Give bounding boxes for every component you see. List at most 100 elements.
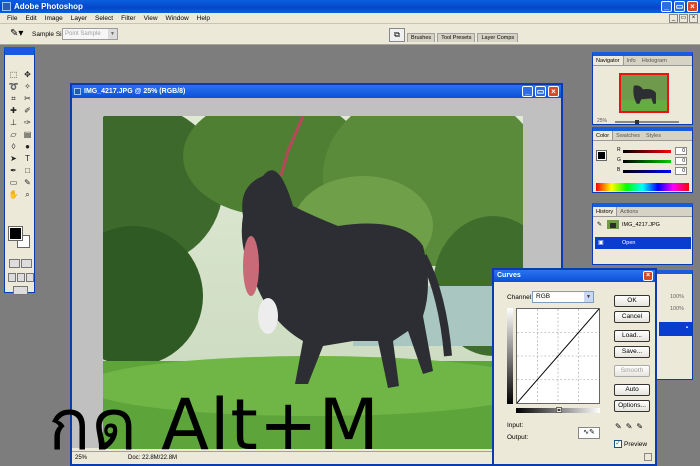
- color-g-slider[interactable]: [623, 160, 671, 163]
- move-tool-icon[interactable]: ✥: [21, 69, 34, 80]
- history-brush-tool-icon[interactable]: ✑: [21, 117, 34, 128]
- color-r-slider[interactable]: [623, 150, 671, 153]
- pen-tool-icon[interactable]: ✒: [7, 165, 20, 176]
- minimize-button[interactable]: _: [661, 1, 672, 12]
- layer-opacity-value[interactable]: 100%: [670, 294, 684, 300]
- sample-size-select[interactable]: Point Sample ▼: [62, 28, 118, 40]
- screen-mode-standard-icon[interactable]: [8, 273, 16, 282]
- eraser-tool-icon[interactable]: ▱: [7, 129, 20, 140]
- marquee-tool-icon[interactable]: ⬚: [7, 69, 20, 80]
- healing-brush-tool-icon[interactable]: ✚: [7, 105, 20, 116]
- layer-fill-value[interactable]: 100%: [670, 306, 684, 312]
- history-brush-source-icon[interactable]: ✎: [597, 219, 602, 231]
- palette-well-icon[interactable]: ⧉: [389, 28, 405, 42]
- document-close-button[interactable]: ×: [548, 86, 559, 97]
- menu-window[interactable]: Window: [162, 13, 193, 24]
- tab-histogram[interactable]: Histogram: [639, 56, 670, 65]
- screen-mode-full-menu-icon[interactable]: [17, 273, 25, 282]
- doc-close-button[interactable]: ×: [689, 14, 698, 23]
- tab-tool-presets[interactable]: Tool Presets: [437, 33, 476, 42]
- gray-eyedropper-icon[interactable]: ✎: [626, 422, 633, 431]
- slice-tool-icon[interactable]: ✂: [21, 93, 34, 104]
- output-label: Output:: [507, 434, 529, 441]
- menu-layer[interactable]: Layer: [67, 13, 91, 24]
- doc-restore-button[interactable]: ▭: [679, 14, 688, 23]
- eyedropper-tool-icon[interactable]: ✎: [21, 177, 34, 188]
- document-minimize-button[interactable]: _: [522, 86, 533, 97]
- brush-tool-icon[interactable]: ✐: [21, 105, 34, 116]
- save-button[interactable]: Save...: [614, 346, 650, 358]
- color-r-value[interactable]: 0: [675, 147, 687, 155]
- auto-button[interactable]: Auto: [614, 384, 650, 396]
- white-eyedropper-icon[interactable]: ✎: [636, 422, 643, 431]
- menu-file[interactable]: File: [3, 13, 21, 24]
- screen-mode-full-icon[interactable]: [26, 273, 34, 282]
- navigator-zoom-slider[interactable]: [615, 120, 679, 124]
- eyedropper-group: ✎ ✎ ✎: [615, 422, 643, 431]
- tab-navigator[interactable]: Navigator: [593, 56, 624, 65]
- jump-to-imageready-icon[interactable]: [13, 286, 28, 295]
- tab-history[interactable]: History: [593, 207, 618, 216]
- channel-select[interactable]: RGB ▼: [532, 291, 594, 303]
- options-button[interactable]: Options...: [614, 400, 650, 412]
- crop-tool-icon[interactable]: ⌗: [7, 93, 20, 104]
- gradient-toggle-icon[interactable]: ◂▸: [556, 407, 562, 413]
- color-spectrum-bar[interactable]: [596, 183, 689, 191]
- color-b-value[interactable]: 0: [675, 167, 687, 175]
- curve-draw-tools[interactable]: ∿✎: [578, 427, 600, 439]
- maximize-button[interactable]: ▭: [674, 1, 685, 12]
- curve-graph[interactable]: [516, 308, 600, 404]
- app-title: Adobe Photoshop: [14, 2, 83, 11]
- close-button[interactable]: ×: [687, 1, 698, 12]
- menu-image[interactable]: Image: [41, 13, 67, 24]
- history-item-open[interactable]: ▣ Open: [595, 237, 691, 249]
- gradient-tool-icon[interactable]: ▤: [21, 129, 34, 140]
- overlay-caption: กด Alt+M: [48, 384, 380, 466]
- document-title: IMG_4217.JPG @ 25% (RGB/8): [84, 88, 186, 95]
- lasso-tool-icon[interactable]: ➰: [7, 81, 20, 92]
- black-eyedropper-icon[interactable]: ✎: [615, 422, 622, 431]
- tab-color[interactable]: Color: [593, 131, 614, 140]
- tab-info[interactable]: Info: [624, 56, 639, 65]
- menu-filter[interactable]: Filter: [117, 13, 139, 24]
- menu-select[interactable]: Select: [91, 13, 117, 24]
- foreground-color-swatch[interactable]: [8, 226, 23, 241]
- smooth-button[interactable]: Smooth: [614, 365, 650, 377]
- menu-help[interactable]: Help: [193, 13, 214, 24]
- magic-wand-tool-icon[interactable]: ✧: [21, 81, 34, 92]
- ok-button[interactable]: OK: [614, 295, 650, 307]
- navigator-thumbnail[interactable]: [619, 73, 669, 113]
- tab-styles[interactable]: Styles: [643, 131, 664, 140]
- resize-grip-icon[interactable]: [644, 453, 652, 461]
- preview-checkbox[interactable]: ✓: [614, 440, 622, 448]
- color-b-slider[interactable]: [623, 170, 671, 173]
- zoom-tool-icon[interactable]: ⌕: [21, 189, 34, 200]
- tab-swatches[interactable]: Swatches: [613, 131, 643, 140]
- history-snapshot[interactable]: ✎ IMG_4217.JPG: [595, 219, 691, 231]
- curves-close-button[interactable]: ×: [643, 271, 653, 281]
- color-b-label: B: [617, 167, 621, 173]
- tab-layer-comps[interactable]: Layer Comps: [477, 33, 519, 42]
- load-button[interactable]: Load...: [614, 330, 650, 342]
- color-g-value[interactable]: 0: [675, 157, 687, 165]
- document-maximize-button[interactable]: ▭: [535, 86, 546, 97]
- tab-actions[interactable]: Actions: [617, 207, 641, 216]
- clone-stamp-tool-icon[interactable]: ⊥: [7, 117, 20, 128]
- tab-brushes[interactable]: Brushes: [407, 33, 436, 42]
- dodge-tool-icon[interactable]: ●: [21, 141, 34, 152]
- eyedropper-tool-icon[interactable]: ✎▾: [10, 29, 24, 40]
- shape-tool-icon[interactable]: □: [21, 165, 34, 176]
- hand-tool-icon[interactable]: ✋: [7, 189, 20, 200]
- path-selection-tool-icon[interactable]: ➤: [7, 153, 20, 164]
- type-tool-icon[interactable]: T: [21, 153, 34, 164]
- cancel-button[interactable]: Cancel: [614, 311, 650, 323]
- menu-view[interactable]: View: [140, 13, 162, 24]
- notes-tool-icon[interactable]: ▭: [7, 177, 20, 188]
- preview-checkbox-row[interactable]: ✓ Preview: [614, 440, 647, 448]
- quick-mask-mode-icon[interactable]: [21, 259, 32, 268]
- layer-row-selected[interactable]: ▪: [659, 322, 692, 336]
- standard-mode-icon[interactable]: [9, 259, 20, 268]
- blur-tool-icon[interactable]: ◊: [7, 141, 20, 152]
- menu-edit[interactable]: Edit: [21, 13, 40, 24]
- doc-minimize-button[interactable]: _: [669, 14, 678, 23]
